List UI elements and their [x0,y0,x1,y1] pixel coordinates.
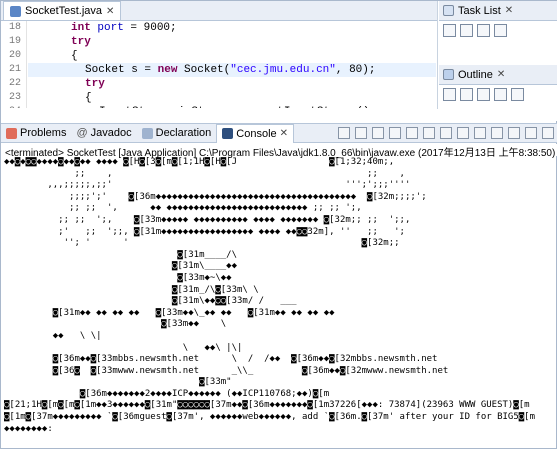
categorize-icon[interactable] [460,23,473,37]
filter-icon[interactable] [477,23,490,37]
console-output-line: ,,,;;;;;,;;' ''';';;;'''' [4,180,411,191]
code-line: try [85,78,105,90]
console-status-line: <terminated> SocketTest [Java Applicatio… [1,144,557,159]
show-on-error-icon[interactable] [457,127,469,139]
bottom-tab-bar: Problems @ Javadoc Declaration Console ✕ [1,123,557,143]
tab-console[interactable]: Console ✕ [216,123,295,143]
outline-icon [443,69,454,80]
terminate-icon[interactable] [338,127,350,139]
task-list-toolbar [439,21,557,39]
minimize-icon[interactable] [525,127,537,139]
console-output-line: ◙[1m◙[37m◆◆◆◆◆◆◆◆◆ `◙[36mguest◙[37m', ◆◆… [4,412,536,423]
remove-all-icon[interactable] [372,127,384,139]
console-output-line: ◙[36◙ ◙[33mwww.newsmth.net _\\_ ◙[36m◆◆◙… [4,365,449,376]
close-icon[interactable]: ✕ [106,6,114,17]
console-output-line: ◙[31m_/\◙[33m\ \ [4,284,259,295]
console-output-line: ;; , ;; , [4,168,405,179]
side-panels: Task List ✕ Outline ✕ [439,1,557,121]
line-number: 20 [9,50,22,61]
code-editor: SocketTest.java ✕ 18 int port = 9000; 19… [1,1,438,109]
console-output-line: ◆◆◙◆◙◙◆◆◆◆◙◆◆◙◆◆ ◆◆◆◆ ◙[H◙[3◙[m◙[1;1H◙[H… [4,157,395,167]
console-output-line: ;; ;; ', ◆◆ ◆◆◆◆◆◆◆◆◆◆◆◆◆◆◆◆◆◆◆◆◆◆◆◆◆◆ ;… [4,203,362,214]
close-icon[interactable]: ✕ [497,69,505,80]
task-list-body [439,39,557,65]
task-list-icon [443,5,454,16]
scroll-lock-icon[interactable] [406,127,418,139]
line-number: 24 [9,106,21,108]
new-task-icon[interactable] [443,23,456,37]
sort-icon[interactable] [443,87,456,101]
console-output-line: ;; ;; ';, ◙[33m◆◆◆◆◆ ◆◆◆◆◆◆◆◆◆◆ ◆◆◆◆ ◆◆◆… [4,214,411,225]
console-output-line: ''; ' ' ◙[32m;; [4,238,400,249]
console-icon [222,128,234,139]
problems-icon [6,127,17,139]
tab-declaration[interactable]: Declaration [137,124,217,143]
tab-javadoc-label: Javadoc [90,127,132,139]
display-console-icon[interactable] [491,127,503,139]
clear-console-icon[interactable] [389,127,401,139]
code-line: try [71,36,91,48]
outline-tab[interactable]: Outline ✕ [439,65,557,85]
editor-tab-label: SocketTest.java [25,5,103,17]
console-toolbar [338,127,557,139]
console-output-line: ◙[31m\◆◆◙◙[33m/ / ___ [4,296,297,307]
console-output-line: ◙[36m◆◆◆◆◆◆◆2◆◆◆◆ICP◆◆◆◆◆◆ (◆◆ICP110768;… [4,388,330,399]
console-output-line: ◙[33m" [4,377,232,388]
console-output-line: ;' ;; ';;, ◙[31m◆◆◆◆◆◆◆◆◆◆◆◆◆◆◆◆◆ ◆◆◆◆ ◆… [4,226,405,237]
at-sign-icon: @ [76,127,88,139]
word-wrap-icon[interactable] [423,127,435,139]
open-console-icon[interactable] [508,127,520,139]
hide-static-icon[interactable] [477,87,490,101]
code-line: { [71,50,78,62]
console-output-line: ◆◆◆◆◆◆◆◆: [4,423,53,434]
console-output-line: ;;;;';' ◙[36m◆◆◆◆◆◆◆◆◆◆◆◆◆◆◆◆◆◆◆◆◆◆◆◆◆◆◆… [4,191,427,202]
remove-launch-icon[interactable] [355,127,367,139]
maximize-icon[interactable] [542,127,554,139]
line-number: 18 [9,22,22,33]
line-number: 19 [9,36,22,47]
console-output-line: ◙[33m◆◆ \ [4,319,227,330]
line-number: 21 [9,64,22,75]
console-output-line: ◙[33m◆~\◆◆ [4,272,232,283]
focus-icon[interactable] [511,87,524,101]
tab-console-label: Console [236,127,277,140]
tab-declaration-label: Declaration [155,127,212,139]
console-output-line: ◙[31m____/\ [4,249,237,260]
console-output-line: \ ◆◆\ |\| [4,342,243,353]
code-area[interactable]: 18 int port = 9000; 19 try 20 { 21 Socke… [1,21,437,108]
line-number: 23 [9,92,22,103]
eclipse-window: SocketTest.java ✕ 18 int port = 9000; 19… [0,0,557,449]
editor-tab-sockettest[interactable]: SocketTest.java ✕ [3,1,122,20]
pin-console-icon[interactable] [474,127,486,139]
outline-toolbar [439,85,557,103]
hide-nonpublic-icon[interactable] [494,87,507,101]
task-list-label: Task List [458,4,501,17]
console-output-line: ◙[31m\____◆◆ [4,261,237,272]
console-output-line: ◙[36m◆◆◙[33mbbs.newsmth.net \ / /◆◆ ◙[36… [4,354,438,365]
console-output[interactable]: ◆◆◙◆◙◙◆◆◆◆◙◆◆◙◆◆ ◆◆◆◆ ◙[H◙[3◙[m◙[1;1H◙[H… [1,157,557,449]
menu-icon[interactable] [494,23,507,37]
tab-problems-label: Problems [20,127,67,139]
close-icon[interactable]: ✕ [505,5,513,16]
code-line: int port = 9000; [71,22,177,34]
code-line: { [85,92,92,104]
code-line: Socket s = new Socket("cec.jmu.edu.cn", … [85,64,376,76]
console-output-line: ◙[31m◆◆ ◆◆ ◆◆ ◆◆ ◙[33m◆◆\_◆◆ ◆◆ ◙[31m◆◆ … [4,307,335,318]
tab-problems[interactable]: Problems [1,124,71,143]
task-list-tab[interactable]: Task List ✕ [439,1,557,21]
console-output-line: ◆◆ \ \| [4,330,303,341]
tab-javadoc[interactable]: @ Javadoc [71,124,136,143]
java-file-icon [10,5,21,17]
line-number: 22 [9,78,22,89]
editor-tab-bar: SocketTest.java ✕ [1,1,437,21]
outline-label: Outline [458,68,493,81]
console-output-line: ◙[21;1H◙[m◙[m◙[1m◆◆3◆◆◆◆◆◆◙[31m"◙◙◙◙◙◙[3… [4,400,530,411]
code-line: InputStream inStream = s.getInputStream(… [99,106,376,108]
hide-fields-icon[interactable] [460,87,473,101]
show-on-output-icon[interactable] [440,127,452,139]
close-icon[interactable]: ✕ [280,128,288,139]
declaration-icon [141,127,153,139]
